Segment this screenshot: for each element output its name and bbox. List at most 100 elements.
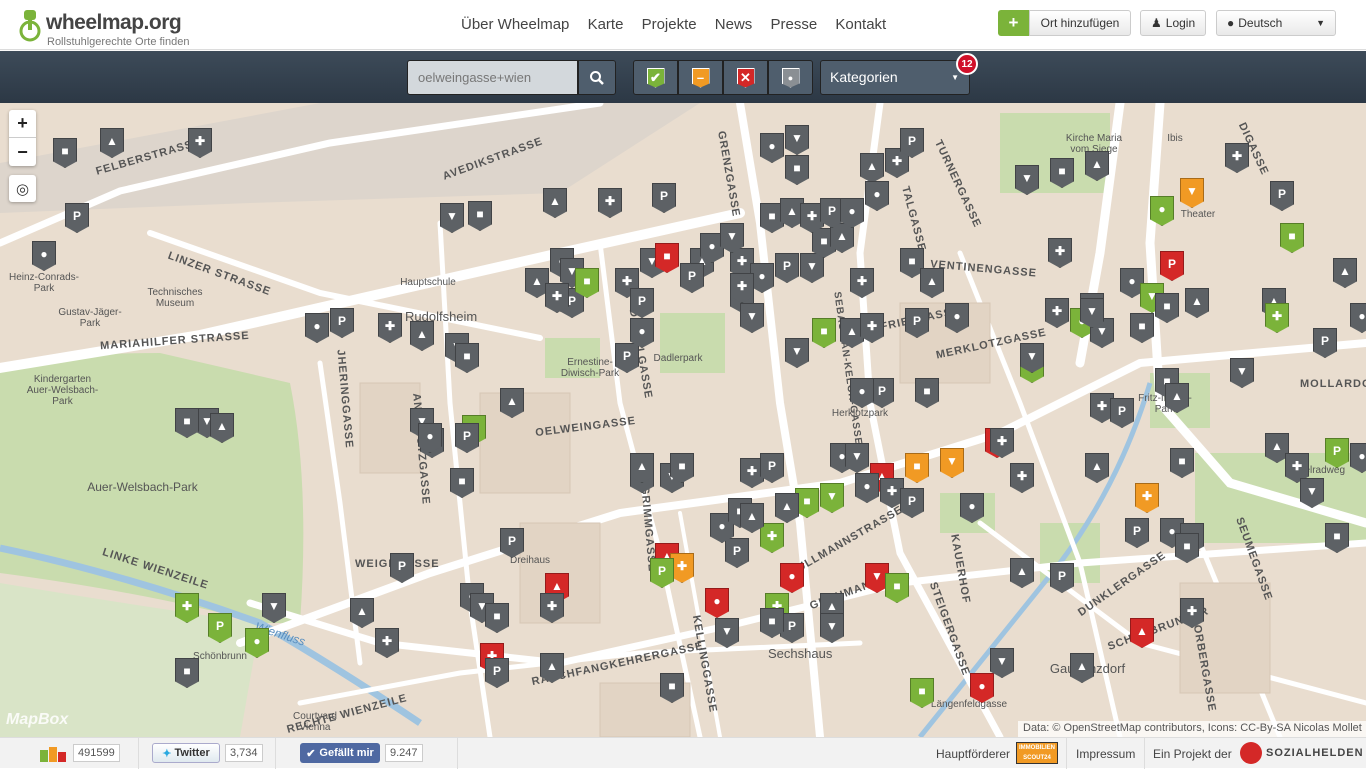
category-icon: P <box>622 349 631 363</box>
nav-projects[interactable]: Projekte <box>642 16 697 33</box>
category-icon: ✚ <box>384 319 396 333</box>
category-icon: ● <box>968 499 976 513</box>
category-icon: P <box>397 559 406 573</box>
language-label: Deutsch <box>1238 16 1283 30</box>
nav-about[interactable]: Über Wheelmap <box>461 16 569 33</box>
category-icon: ▲ <box>926 274 938 288</box>
category-icon: ● <box>978 679 986 693</box>
nav-contact[interactable]: Kontakt <box>835 16 886 33</box>
immobilienscout-logo[interactable]: IMMOBILIEN SCOUT24 <box>1016 742 1058 764</box>
category-icon: ✚ <box>736 254 748 268</box>
facebook-count: 9.247 <box>385 744 423 762</box>
category-icon: P <box>659 189 668 203</box>
category-icon: ● <box>838 449 846 463</box>
category-icon: ● <box>788 569 796 583</box>
street-label: MOLLARDG <box>1300 378 1366 390</box>
category-icon: ✚ <box>621 274 633 288</box>
sozialhelden-logo[interactable]: SOZIALHELDEN <box>1266 747 1364 759</box>
category-icon: ▲ <box>1171 389 1183 403</box>
facebook-like-button[interactable]: ✔ Gefällt mir <box>300 743 380 763</box>
category-icon: ▲ <box>1191 294 1203 308</box>
category-icon: P <box>1277 187 1286 201</box>
categories-label: Kategorien <box>830 69 898 85</box>
category-icon: P <box>1332 444 1341 458</box>
category-icon: ▲ <box>549 194 561 208</box>
category-icon: ■ <box>663 249 671 263</box>
nav-news[interactable]: News <box>715 16 753 33</box>
twitter-count: 3,734 <box>225 744 263 762</box>
filter-unknown-button[interactable]: ● <box>768 60 813 95</box>
category-icon: P <box>1320 334 1329 348</box>
map-canvas[interactable]: FELBERSTRASSE AVEDIKSTRASSE LINZER STRAS… <box>0 103 1366 737</box>
mapbox-watermark: MapBox <box>6 711 69 728</box>
search-button[interactable] <box>578 60 616 95</box>
category-icon: ✚ <box>1016 469 1028 483</box>
category-icon: ▼ <box>746 309 758 323</box>
twitter-button[interactable]: ✦ Twitter <box>152 743 220 763</box>
category-icon: ■ <box>913 459 921 473</box>
caret-down-icon: ▼ <box>1316 18 1325 28</box>
login-button[interactable]: ♟ Login <box>1140 10 1206 36</box>
category-icon: ● <box>863 479 871 493</box>
category-icon: ▼ <box>826 619 838 633</box>
category-icon: P <box>907 494 916 508</box>
category-icon: P <box>1057 569 1066 583</box>
categories-dropdown[interactable]: Kategorien ▼ <box>820 60 970 95</box>
category-icon: ▼ <box>446 209 458 223</box>
main-nav: Über Wheelmap Karte Projekte News Presse… <box>461 16 900 33</box>
category-icon: ▼ <box>1236 364 1248 378</box>
category-icon: ▲ <box>786 204 798 218</box>
place-label: Rudolfsheim <box>405 309 478 324</box>
category-icon: ▼ <box>806 259 818 273</box>
category-icon: ■ <box>768 614 776 628</box>
category-icon: ● <box>40 247 48 261</box>
category-icon: ■ <box>183 664 191 678</box>
search-input[interactable]: oelweingasse+wien <box>407 60 578 95</box>
category-icon: ● <box>708 239 716 253</box>
category-icon: P <box>1132 524 1141 538</box>
category-icon: ✚ <box>1186 604 1198 618</box>
logo[interactable]: wheelmap.org Rollstuhlgerechte Orte find… <box>18 8 198 48</box>
category-icon: P <box>732 544 741 558</box>
divider <box>457 738 458 769</box>
language-select[interactable]: ● Deutsch ▼ <box>1216 10 1336 36</box>
category-icon: ■ <box>1288 229 1296 243</box>
category-icon: P <box>1117 404 1126 418</box>
site-title: wheelmap.org <box>46 11 182 34</box>
category-icon: ■ <box>463 349 471 363</box>
zoom-in-button[interactable]: + <box>9 110 36 138</box>
category-icon: ▼ <box>1306 484 1318 498</box>
category-icon: ● <box>848 204 856 218</box>
stats-bar-icon <box>40 747 66 762</box>
category-icon: ✚ <box>1141 489 1153 503</box>
category-icon: ✚ <box>546 599 558 613</box>
add-place-plus-icon[interactable]: + <box>998 10 1029 36</box>
category-icon: ▲ <box>106 134 118 148</box>
category-icon: P <box>1167 257 1176 271</box>
category-icon: ✚ <box>746 464 758 478</box>
filter-limited-button[interactable]: – <box>678 60 723 95</box>
map-attribution[interactable]: Data: © OpenStreetMap contributors, Icon… <box>1018 721 1366 737</box>
nav-map[interactable]: Karte <box>588 16 624 33</box>
add-place-button[interactable]: Ort hinzufügen <box>1029 10 1131 36</box>
category-icon: ✚ <box>194 134 206 148</box>
category-icon: ■ <box>583 274 591 288</box>
category-icon: P <box>337 314 346 328</box>
category-icon: P <box>767 459 776 473</box>
login-label: Login <box>1165 16 1196 30</box>
nav-press[interactable]: Presse <box>770 16 817 33</box>
category-icon: ■ <box>493 609 501 623</box>
category-icon: ✚ <box>551 289 563 303</box>
locate-button[interactable]: ◎ <box>9 175 36 202</box>
twitter-label: Twitter <box>174 747 210 759</box>
zoom-out-button[interactable]: − <box>9 138 36 166</box>
imprint-link[interactable]: Impressum <box>1076 747 1135 761</box>
filter-no-button[interactable]: ✕ <box>723 60 768 95</box>
category-icon: ▼ <box>946 454 958 468</box>
category-icon: ■ <box>61 144 69 158</box>
place-label: Sechshaus <box>768 646 833 661</box>
search-icon <box>590 70 604 85</box>
filter-yes-button[interactable]: ✔ <box>633 60 678 95</box>
divider <box>275 738 276 769</box>
place-label: Technisches Museum <box>147 287 203 309</box>
